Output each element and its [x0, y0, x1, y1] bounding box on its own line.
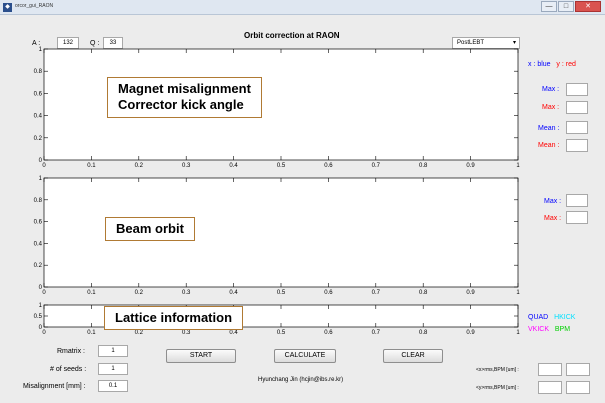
plot-1-xtick-label: 0.8: [419, 163, 428, 169]
plot-2-ytick-label: 0.6: [34, 220, 43, 226]
orbit-max-blue-label: Max :: [544, 198, 562, 205]
plot-3-xtick-label: 0.6: [324, 330, 333, 336]
seeds-input[interactable]: 1: [98, 363, 128, 375]
mean-y-field[interactable]: [566, 139, 588, 152]
calculate-button[interactable]: CALCULATE: [274, 349, 336, 363]
clear-button[interactable]: CLEAR: [383, 349, 443, 363]
plot-1-xtick-label: 0.4: [229, 163, 238, 169]
callout-magnet-corrector: Magnet misalignment Corrector kick angle: [107, 77, 262, 118]
plot-1-xtick-label: 1: [516, 163, 520, 169]
plot-2-ytick-label: 0.8: [34, 198, 43, 204]
rmatrix-label: Rmatrix :: [57, 348, 85, 355]
x-rms-label: <x>rms,BPM [um] :: [476, 367, 519, 373]
plot-2-xtick-label: 0.3: [182, 290, 191, 296]
y-rms-label: <y>rms,BPM [um] :: [476, 385, 519, 391]
misalignment-input[interactable]: 0.1: [98, 380, 128, 392]
legend-quad-hkick: QUAD HKICK: [528, 314, 575, 321]
legend-bpm: BPM: [554, 326, 571, 333]
plot-3-xtick-label: 0.2: [135, 330, 144, 336]
plot-1-ytick-label: 0.8: [34, 69, 43, 75]
orbit-max-x-field[interactable]: [566, 194, 588, 207]
plot-3-xtick-label: 0.5: [277, 330, 286, 336]
plot-1-xtick-label: 0.9: [466, 163, 475, 169]
plot-3-xtick-label: 0.9: [466, 330, 475, 336]
plot-3-xtick-label: 1: [516, 330, 520, 336]
plot-2-xtick-label: 0.1: [87, 290, 96, 296]
plot-3-xtick-label: 0.3: [182, 330, 191, 336]
plot-2-ytick-label: 0.4: [34, 241, 43, 247]
plot-3-xtick-label: 0: [42, 330, 46, 336]
mean-x-field[interactable]: [566, 121, 588, 134]
plot-2-ytick-label: 1: [39, 176, 43, 182]
misalignment-label: Misalignment [mm] :: [23, 383, 86, 390]
plot-1-ytick-label: 1: [39, 47, 43, 53]
plot-2-xtick-label: 0: [42, 290, 46, 296]
plot-1-xtick-label: 0.3: [182, 163, 191, 169]
callout-line-corrector: Corrector kick angle: [118, 97, 244, 113]
start-button[interactable]: START: [166, 349, 236, 363]
plot-1-ytick-label: 0.6: [34, 91, 43, 97]
y-rms-field-1[interactable]: [538, 381, 562, 394]
y-rms-field-2[interactable]: [566, 381, 590, 394]
legend-x-y: x : blue y : red: [528, 61, 576, 68]
max-red-label: Max :: [542, 104, 560, 111]
plot-3-xtick-label: 0.7: [372, 330, 381, 336]
plot-1-ytick-label: 0.4: [34, 114, 43, 120]
plot-2-xtick-label: 0.5: [277, 290, 286, 296]
plot-1-xtick-label: 0.7: [372, 163, 381, 169]
plot-3-ytick-label: 1: [39, 303, 43, 309]
plot-3-xtick-label: 0.1: [87, 330, 96, 336]
callout-line-magnet: Magnet misalignment: [118, 81, 251, 96]
plot-2-ytick-label: 0.2: [34, 263, 43, 269]
plot-2-xtick-label: 1: [516, 290, 520, 296]
max-y-field[interactable]: [566, 101, 588, 114]
plot-1-xtick-label: 0.6: [324, 163, 333, 169]
plot-3-xtick-label: 0.4: [229, 330, 238, 336]
mean-blue-label: Mean :: [538, 125, 560, 132]
callout-lattice-info: Lattice information: [104, 306, 244, 331]
callout-beam-orbit: Beam orbit: [105, 217, 195, 242]
x-rms-field-1[interactable]: [538, 363, 562, 376]
plot-2-xtick-label: 0.6: [324, 290, 333, 296]
plot-1-xtick-label: 0: [42, 163, 46, 169]
plot-1-xtick-label: 0.5: [277, 163, 286, 169]
plot-3-xtick-label: 0.8: [419, 330, 428, 336]
orbit-max-red-label: Max :: [544, 215, 562, 222]
legend-quad: QUAD: [528, 314, 549, 321]
mean-red-label: Mean :: [538, 142, 560, 149]
legend-vkick-bpm: VKICK BPM: [528, 326, 570, 333]
legend-hkick: HKICK: [554, 314, 576, 321]
plot-3-ytick-label: 0.5: [34, 314, 43, 320]
plot-2-xtick-label: 0.4: [229, 290, 238, 296]
plot-1-xtick-label: 0.2: [135, 163, 144, 169]
seeds-label: # of seeds :: [50, 366, 87, 373]
plot-1-ytick-label: 0.2: [34, 136, 43, 142]
plot-1-xtick-label: 0.1: [87, 163, 96, 169]
max-blue-label: Max :: [542, 86, 560, 93]
plots-canvas: 0 0.1 0.2 0.3 0.4 0.5 0.6 0.7 0.8 0.9 1 0 0.2 0.4 0.6 0…: [34, 47, 521, 336]
plot-2-xtick-label: 0.8: [419, 290, 428, 296]
orbit-max-y-field[interactable]: [566, 211, 588, 224]
plot-2-xtick-label: 0.9: [466, 290, 475, 296]
legend-x-blue: x : blue: [528, 61, 551, 68]
x-rms-field-2[interactable]: [566, 363, 590, 376]
plot-2-xtick-label: 0.7: [372, 290, 381, 296]
author-credit: Hyunchang Jin (hcjin@ibs.re.kr): [258, 377, 344, 383]
plot-2-xtick-label: 0.2: [135, 290, 144, 296]
legend-y-red: y : red: [556, 61, 576, 68]
legend-vkick: VKICK: [528, 326, 550, 333]
max-x-field[interactable]: [566, 83, 588, 96]
rmatrix-input[interactable]: 1: [98, 345, 128, 357]
